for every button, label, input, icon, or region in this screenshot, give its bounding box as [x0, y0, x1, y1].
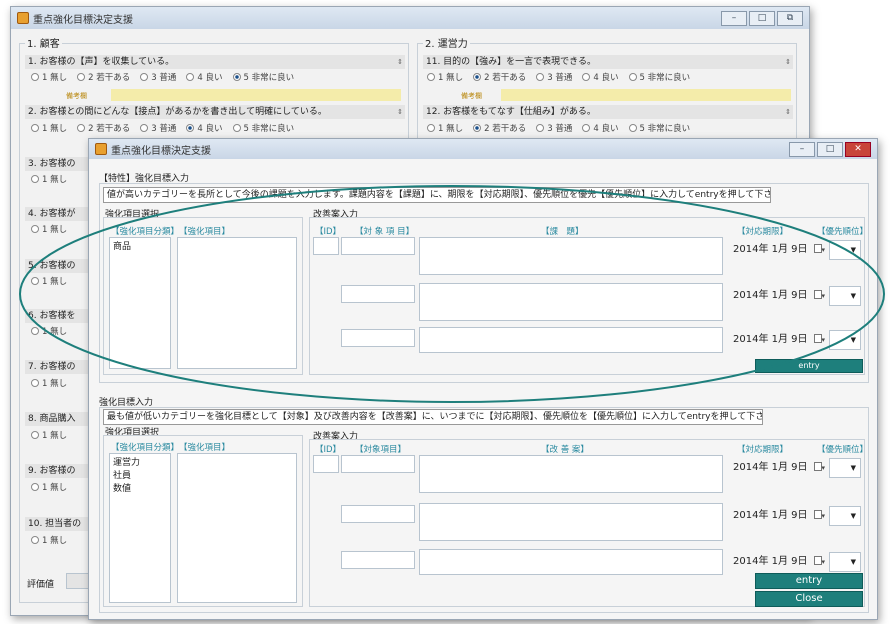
highlight-ellipse-shape [19, 185, 885, 403]
highlight-ellipse [19, 185, 885, 403]
